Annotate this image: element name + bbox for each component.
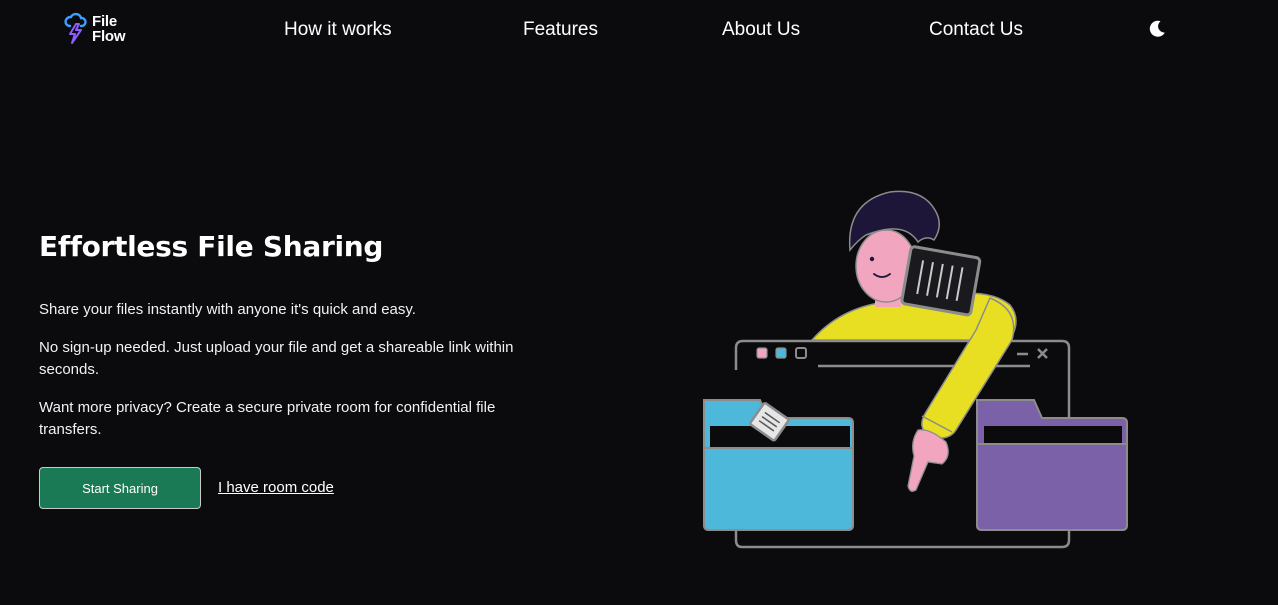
folder-purple <box>976 399 1128 531</box>
hero-description-1: Share your files instantly with anyone i… <box>39 301 416 318</box>
hero-title: Effortless File Sharing <box>39 230 384 263</box>
nav-link-about-us[interactable]: About Us <box>722 19 800 41</box>
window-dot-pink <box>756 347 768 359</box>
start-sharing-button[interactable]: Start Sharing <box>39 467 201 509</box>
page: File Flow How it works Features About Us… <box>0 0 1278 605</box>
window-close-icon <box>1037 348 1048 359</box>
window-dot-gray <box>795 347 807 359</box>
hero-description-2: No sign-up needed. Just upload your file… <box>39 339 514 378</box>
hero-illustration <box>703 190 1128 549</box>
window-dot-blue <box>775 347 787 359</box>
nav-link-features[interactable]: Features <box>523 19 598 41</box>
room-code-link[interactable]: I have room code <box>218 479 334 496</box>
nav-link-how-it-works[interactable]: How it works <box>284 19 392 41</box>
top-navbar: File Flow How it works Features About Us… <box>0 0 1278 62</box>
brand-name-line1: File <box>92 13 118 30</box>
brand-name-line2: Flow <box>92 28 126 45</box>
theme-toggle-button[interactable] <box>1147 19 1167 39</box>
hero-description-3: Want more privacy? Create a secure priva… <box>39 399 496 438</box>
moon-icon <box>1149 20 1165 37</box>
nav-link-contact-us[interactable]: Contact Us <box>929 19 1023 41</box>
brand-logo[interactable]: File Flow <box>62 12 126 46</box>
brand-name: File Flow <box>92 13 126 45</box>
logo-icon <box>64 12 87 44</box>
folder-blue <box>703 399 854 531</box>
